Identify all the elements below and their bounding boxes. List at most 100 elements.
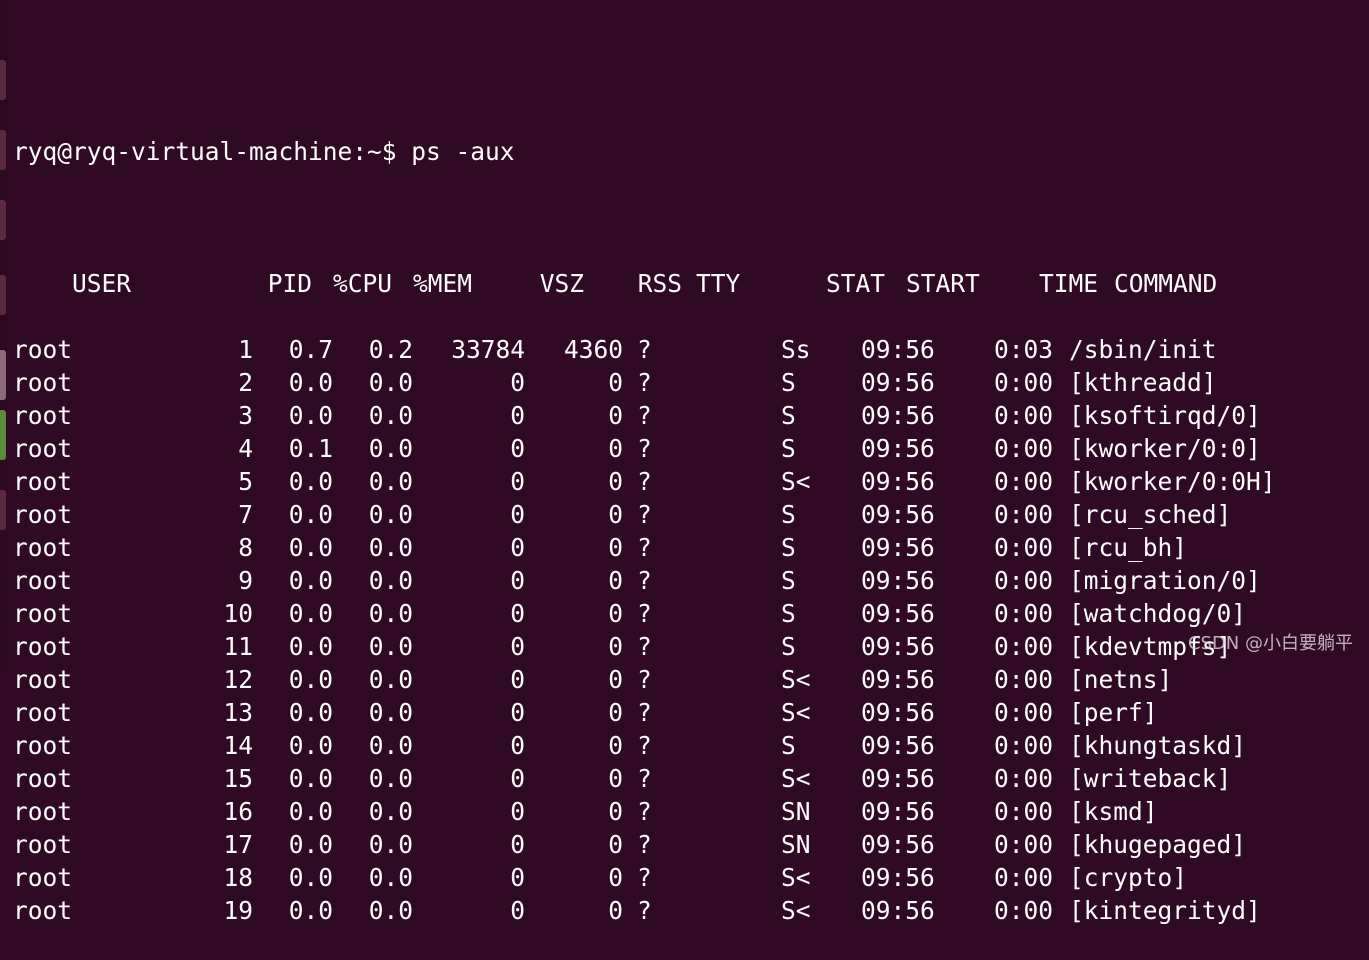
- cell-pid: 12: [223, 665, 253, 694]
- cell-stat: S: [781, 401, 796, 430]
- cell-mem: 0.0: [368, 566, 413, 595]
- cell-command: [khugepaged]: [1069, 830, 1247, 859]
- cell-tty: ?: [637, 698, 652, 727]
- cell-pid: 11: [223, 632, 253, 661]
- cell-command: [writeback]: [1069, 764, 1232, 793]
- cell-time: 0:00: [993, 401, 1053, 430]
- launcher-item[interactable]: [0, 60, 6, 100]
- table-row: root 5 0.0 0.0 0 0? S< 09:56 0:00 [kworker/0:0H]: [13, 465, 1369, 498]
- cell-cpu: 0.0: [288, 401, 333, 430]
- cell-pid: 13: [223, 698, 253, 727]
- cell-vsz: 0: [510, 896, 525, 925]
- cell-pid: 14: [223, 731, 253, 760]
- header-cpu: %CPU: [333, 269, 393, 298]
- cell-mem: 0.0: [368, 731, 413, 760]
- cell-mem: 0.0: [368, 368, 413, 397]
- table-row: root 12 0.0 0.0 0 0? S< 09:56 0:00 [netns]: [13, 663, 1369, 696]
- cell-time: 0:00: [993, 434, 1053, 463]
- header-pid: PID: [267, 269, 313, 298]
- cell-stat: S: [781, 599, 796, 628]
- cell-start: 09:56: [861, 566, 935, 595]
- cell-mem: 0.2: [368, 335, 413, 364]
- watermark: CSDN @小白要躺平: [1187, 633, 1353, 654]
- cell-cpu: 0.7: [288, 335, 333, 364]
- cell-time: 0:00: [993, 467, 1053, 496]
- cell-pid: 8: [238, 533, 253, 562]
- header-user: USER: [72, 269, 132, 298]
- cell-user: root: [13, 863, 73, 892]
- launcher-item[interactable]: [0, 200, 6, 240]
- cell-user: root: [13, 566, 73, 595]
- cell-time: 0:00: [993, 566, 1053, 595]
- cell-cpu: 0.0: [288, 896, 333, 925]
- table-row: root 9 0.0 0.0 0 0? S 09:56 0:00 [migration/0]: [13, 564, 1369, 597]
- cell-command: [ksmd]: [1069, 797, 1158, 826]
- cell-rss: 0: [608, 566, 623, 595]
- cell-start: 09:56: [861, 896, 935, 925]
- cell-stat: S: [781, 434, 796, 463]
- cell-time: 0:00: [993, 896, 1053, 925]
- cell-start: 09:56: [861, 335, 935, 364]
- launcher-item-active[interactable]: [0, 350, 6, 400]
- cell-command: [khungtaskd]: [1069, 731, 1247, 760]
- cell-rss: 0: [608, 698, 623, 727]
- cell-pid: 16: [223, 797, 253, 826]
- cell-rss: 0: [608, 764, 623, 793]
- cell-rss: 0: [608, 467, 623, 496]
- cell-time: 0:00: [993, 665, 1053, 694]
- cell-rss: 0: [608, 500, 623, 529]
- cell-tty: ?: [637, 566, 652, 595]
- table-row: root 4 0.1 0.0 0 0? S 09:56 0:00 [kworker/0:0]: [13, 432, 1369, 465]
- cell-vsz: 0: [510, 830, 525, 859]
- cell-tty: ?: [637, 434, 652, 463]
- table-row: root 7 0.0 0.0 0 0? S 09:56 0:00 [rcu_sched]: [13, 498, 1369, 531]
- header-start: START: [906, 269, 980, 298]
- cell-time: 0:00: [993, 632, 1053, 661]
- cell-start: 09:56: [861, 731, 935, 760]
- cell-mem: 0.0: [368, 500, 413, 529]
- cell-time: 0:00: [993, 830, 1053, 859]
- cell-vsz: 0: [510, 599, 525, 628]
- cell-command: [kintegrityd]: [1069, 896, 1261, 925]
- cell-stat: Ss: [781, 335, 811, 364]
- launcher-item[interactable]: [0, 130, 6, 170]
- cell-stat: S: [781, 533, 796, 562]
- cell-time: 0:00: [993, 731, 1053, 760]
- cell-user: root: [13, 533, 73, 562]
- cell-tty: ?: [637, 863, 652, 892]
- cell-tty: ?: [637, 896, 652, 925]
- cell-start: 09:56: [861, 830, 935, 859]
- launcher-item[interactable]: [0, 275, 6, 315]
- cell-tty: ?: [637, 731, 652, 760]
- cell-cpu: 0.1: [288, 434, 333, 463]
- cell-mem: 0.0: [368, 698, 413, 727]
- cell-user: root: [13, 335, 73, 364]
- launcher-edge: [0, 0, 7, 665]
- cell-vsz: 0: [510, 467, 525, 496]
- cell-stat: S<: [781, 764, 811, 793]
- cell-vsz: 0: [510, 698, 525, 727]
- cell-stat: S<: [781, 698, 811, 727]
- launcher-item[interactable]: [0, 490, 6, 530]
- cell-vsz: 0: [510, 401, 525, 430]
- cell-start: 09:56: [861, 434, 935, 463]
- header-command: COMMAND: [1114, 269, 1218, 298]
- cell-mem: 0.0: [368, 467, 413, 496]
- cell-pid: 5: [238, 467, 253, 496]
- cell-rss: 0: [608, 401, 623, 430]
- cell-tty: ?: [637, 335, 652, 364]
- cell-cpu: 0.0: [288, 533, 333, 562]
- command-prompt: ryq@ryq-virtual-machine:~$ ps -aux: [13, 137, 515, 166]
- cell-pid: 9: [238, 566, 253, 595]
- cell-mem: 0.0: [368, 533, 413, 562]
- cell-cpu: 0.0: [288, 830, 333, 859]
- cell-stat: SN: [781, 830, 811, 859]
- cell-user: root: [13, 665, 73, 694]
- launcher-item-green[interactable]: [0, 410, 6, 460]
- cell-rss: 0: [608, 797, 623, 826]
- cell-start: 09:56: [861, 368, 935, 397]
- cell-mem: 0.0: [368, 797, 413, 826]
- terminal-output[interactable]: ryq@ryq-virtual-machine:~$ ps -aux USER P…: [13, 0, 1369, 925]
- cell-rss: 4360: [563, 335, 623, 364]
- cell-tty: ?: [637, 533, 652, 562]
